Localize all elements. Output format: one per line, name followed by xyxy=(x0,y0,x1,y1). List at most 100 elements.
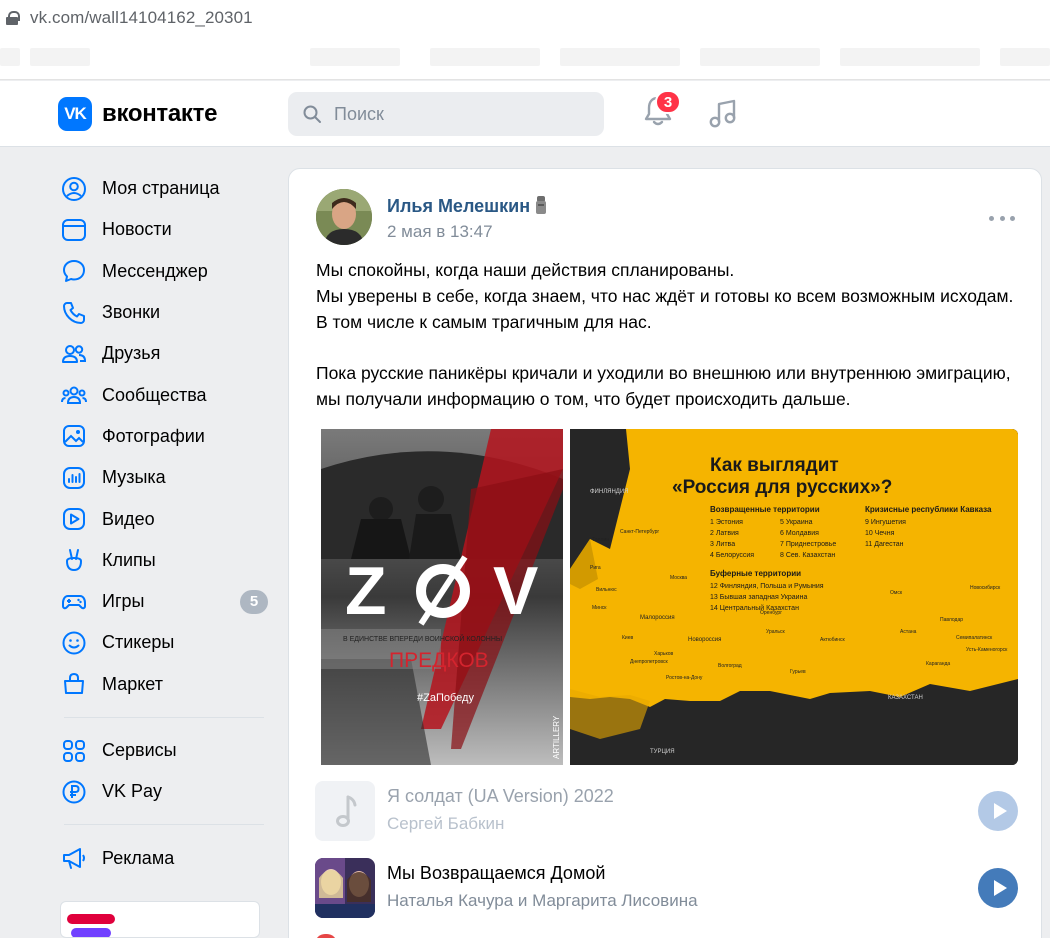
map-city-label: Омск xyxy=(890,590,903,596)
vk-logo-text: вконтакте xyxy=(102,100,218,127)
lock-icon xyxy=(6,11,20,25)
sidebar-item-ads[interactable]: Реклама xyxy=(60,837,270,878)
sidebar-item-label: Новости xyxy=(102,219,172,240)
map-city-label: Уральск xyxy=(766,629,786,635)
map-title-line1: Как выглядит xyxy=(710,455,839,476)
music-note-icon xyxy=(336,795,357,827)
sidebar-item-messenger[interactable]: Мессенджер xyxy=(60,251,270,292)
track-cover-placeholder xyxy=(315,781,375,841)
sidebar-item-music[interactable]: Музыка xyxy=(60,457,270,498)
post-author-name[interactable]: Илья Мелешкин xyxy=(387,196,530,217)
sidebar-item-vk-pay[interactable]: VK Pay xyxy=(60,771,270,812)
vk-logo[interactable]: VK вконтакте xyxy=(58,97,217,131)
post-image-zov-poster[interactable]: Z V В ЕДИНСТВЕ ВПЕРЕДИ ВОИНСКОЙ КОЛОННЫ … xyxy=(321,429,563,765)
track-artist[interactable]: Наталья Качура и Маргарита Лисовина xyxy=(387,891,698,911)
friends-icon xyxy=(60,340,88,368)
sidebar-item-calls[interactable]: Звонки xyxy=(60,292,270,333)
post-date[interactable]: 2 мая в 13:47 xyxy=(387,222,493,242)
map-country-label: КАЗАХСТАН xyxy=(888,695,923,701)
legend-item: 9 Ингушетия xyxy=(865,519,906,526)
promo-banner[interactable] xyxy=(60,901,260,938)
play-button[interactable] xyxy=(978,791,1018,831)
legend-item: 3 Литва xyxy=(710,541,735,548)
sidebar-item-label: Сервисы xyxy=(102,740,177,760)
music-icon xyxy=(60,464,88,492)
sidebar-item-label: Реклама xyxy=(102,847,175,868)
legend-item: 13 Бывшая западная Украина xyxy=(710,594,807,601)
legend-item: 6 Молдавия xyxy=(780,530,819,537)
notification-badge: 3 xyxy=(655,90,681,114)
sidebar-item-label: Друзья xyxy=(102,343,161,364)
ruble-icon xyxy=(60,778,88,806)
map-title-line2: «Россия для русских»? xyxy=(672,477,892,498)
audio-track[interactable]: Я солдат (UA Version) 2022 Сергей Бабкин xyxy=(315,781,1025,841)
status-emoji-icon xyxy=(536,196,546,214)
sidebar-item-games[interactable]: Игры 5 xyxy=(60,581,270,622)
post-image-russia-map[interactable]: Как выглядит «Россия для русских»? Возвр… xyxy=(570,429,1018,765)
post-text-line: Мы уверены в себе, когда знаем, что нас … xyxy=(316,285,1014,332)
sidebar-item-label: Игры xyxy=(102,591,145,612)
communities-icon xyxy=(60,381,88,409)
vk-logo-mark: VK xyxy=(58,97,92,131)
track-title: Мы Возвращаемся Домой xyxy=(387,863,606,883)
services-grid-icon xyxy=(60,737,88,765)
map-city-label: Новосибирск xyxy=(970,585,1001,591)
sidebar-item-my-page[interactable]: Моя страница xyxy=(60,168,270,209)
sidebar-item-clips[interactable]: Клипы xyxy=(60,540,270,581)
map-city-label: Киев xyxy=(622,635,633,641)
legend-item: 10 Чечня xyxy=(865,530,895,537)
map-city-label: Ростов-на-Дону xyxy=(666,675,703,681)
post-more-menu-icon[interactable] xyxy=(989,216,1015,222)
track-artist[interactable]: Сергей Бабкин xyxy=(387,814,504,834)
legend-item: 7 Приднестровье xyxy=(780,541,836,548)
legend-item: 2 Латвия xyxy=(710,530,739,537)
map-city-label: Караганда xyxy=(926,661,950,667)
gamepad-icon xyxy=(60,588,88,616)
sidebar-item-video[interactable]: Видео xyxy=(60,498,270,539)
author-avatar[interactable] xyxy=(316,189,372,245)
address-url[interactable]: vk.com/wall14104162_20301 xyxy=(30,8,253,28)
map-city-label: Вильнюс xyxy=(596,587,617,593)
map-city-label: Семипалатинск xyxy=(956,635,993,641)
legend-item: 12 Финляндия, Польша и Румыния xyxy=(710,583,824,590)
sidebar-item-photos[interactable]: Фотографии xyxy=(60,416,270,457)
legend-item: 5 Украина xyxy=(780,519,813,526)
search-input[interactable]: Поиск xyxy=(288,92,604,136)
play-button[interactable] xyxy=(978,868,1018,908)
legend-item: 1 Эстония xyxy=(710,519,743,526)
legend-caucasus-title: Кризисные республики Кавказа xyxy=(865,505,992,514)
video-icon xyxy=(60,505,88,533)
sidebar-item-label: VK Pay xyxy=(102,781,163,802)
music-note-icon[interactable] xyxy=(706,96,740,130)
map-city-label: Таллин xyxy=(592,537,609,543)
phone-icon xyxy=(60,299,88,327)
browser-address-bar[interactable]: vk.com/wall14104162_20301 xyxy=(0,0,1050,36)
post-text-line: Мы спокойны, когда наши действия спланир… xyxy=(316,260,735,280)
sidebar-item-services[interactable]: Сервисы xyxy=(60,730,270,771)
sidebar-item-label: Стикеры xyxy=(102,632,175,653)
megaphone-icon xyxy=(60,844,88,872)
poster-hashtag: #ZaПобеду xyxy=(417,692,474,704)
audio-track[interactable]: Мы Возвращаемся Домой Наталья Качура и М… xyxy=(315,858,1025,918)
sticker-icon xyxy=(60,629,88,657)
legend-returned-title: Возвращенные территории xyxy=(710,505,820,514)
post-text-line: Пока русские паникёры кричали и уходили … xyxy=(316,363,1011,409)
sidebar-divider xyxy=(64,716,264,718)
map-city-label: Оренбург xyxy=(760,610,782,616)
map-city-label: Актюбинск xyxy=(820,637,846,643)
sidebar-item-communities[interactable]: Сообщества xyxy=(60,374,270,415)
legend-item: 4 Белоруссия xyxy=(710,552,754,559)
search-placeholder: Поиск xyxy=(334,103,384,124)
sidebar-divider xyxy=(64,824,264,826)
map-city-label: Астана xyxy=(900,629,917,635)
vk-header: VK вконтакте Поиск 3 xyxy=(0,81,1050,147)
sidebar-item-stickers[interactable]: Стикеры xyxy=(60,622,270,663)
sidebar-item-label: Маркет xyxy=(102,673,163,694)
poster-subtitle: ПРЕДКОВ xyxy=(389,649,489,672)
sidebar-item-label: Звонки xyxy=(102,302,161,323)
poster-sign-text: В ЕДИНСТВЕ ВПЕРЕДИ ВОИНСКОЙ КОЛОННЫ xyxy=(343,634,502,643)
sidebar-item-news[interactable]: Новости xyxy=(60,209,270,250)
map-city-label: Рига xyxy=(590,565,601,571)
sidebar-item-friends[interactable]: Друзья xyxy=(60,333,270,374)
sidebar-item-market[interactable]: Маркет xyxy=(60,664,270,705)
